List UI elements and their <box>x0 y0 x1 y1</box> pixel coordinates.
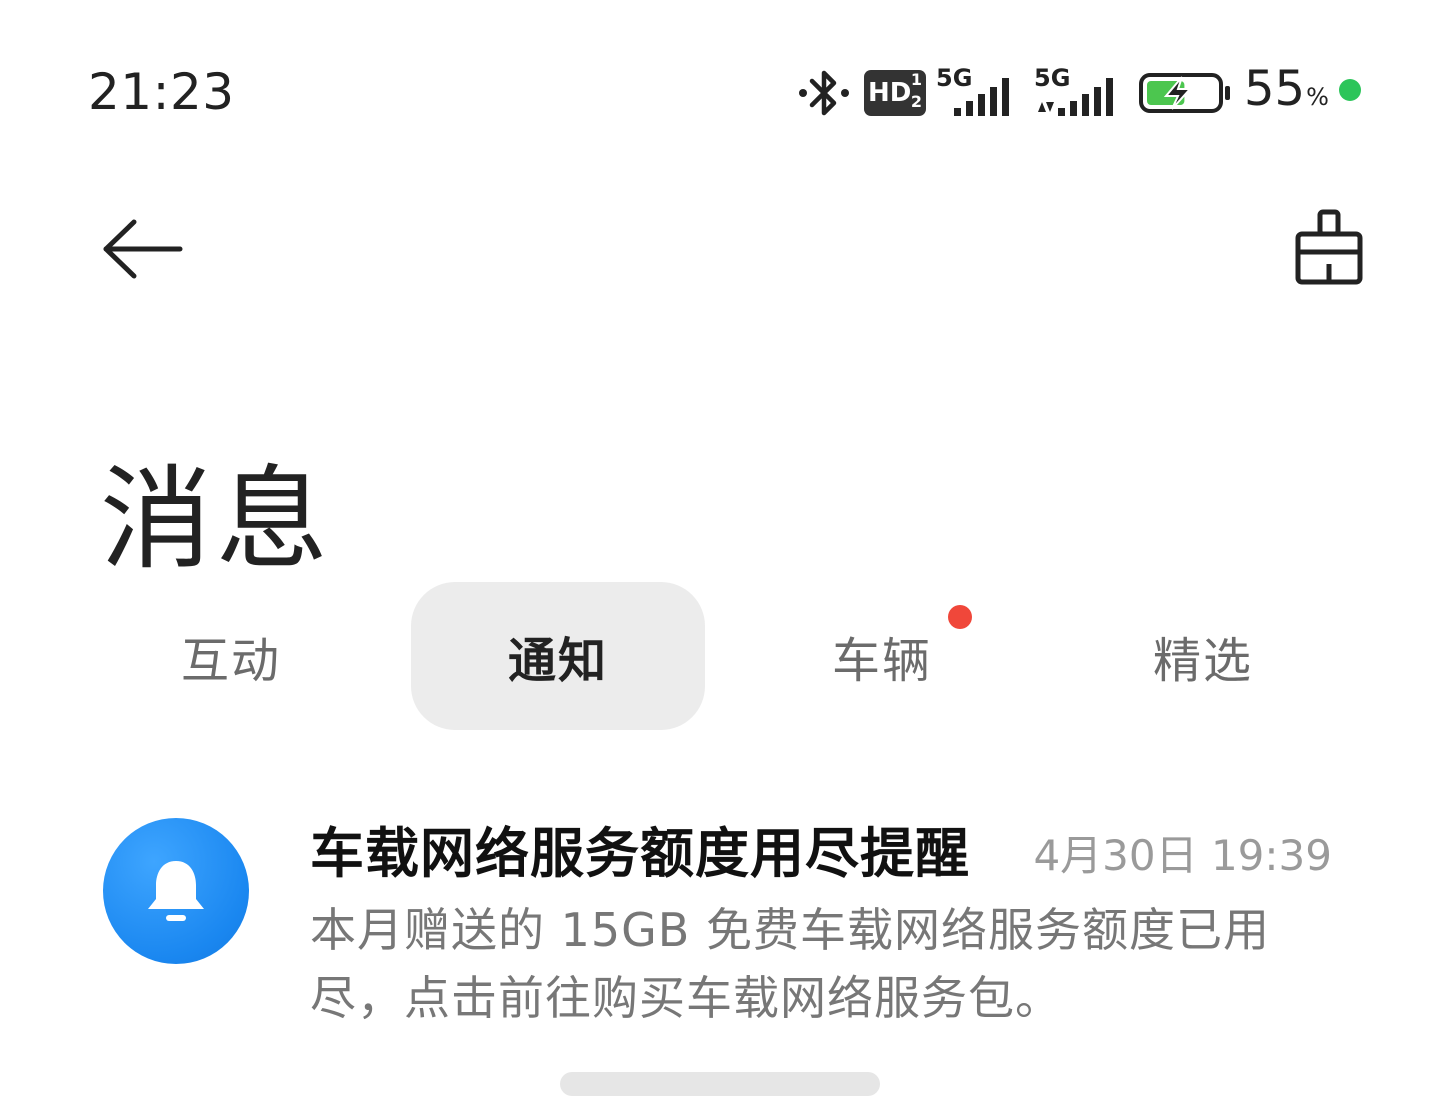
arrow-left-icon <box>103 219 183 279</box>
tab-interaction[interactable]: 互动 <box>84 582 378 730</box>
battery-percent: 55% <box>1244 61 1329 125</box>
tab-label: 互动 <box>180 633 281 689</box>
notification-avatar <box>103 818 249 964</box>
status-bar: 21:23 HD 1 2 5G 5G 55 % <box>0 0 1440 185</box>
notification-body: 本月赠送的 15GB 免费车载网络服务额度已用尽，点击前往购买车载网络服务包。 <box>310 903 1270 1025</box>
tab-label: 通知 <box>507 633 608 689</box>
hd-sim2-number: 2 <box>910 92 922 111</box>
notification-title: 车载网络服务额度用尽提醒 <box>310 822 970 885</box>
bell-icon <box>148 861 204 921</box>
tab-notification[interactable]: 通知 <box>411 582 705 730</box>
tab-label-with-badge: 车辆 <box>831 605 972 691</box>
tab-label: 车辆 <box>831 633 932 689</box>
broom-clear-icon <box>1295 209 1363 285</box>
unread-badge-dot <box>948 605 972 629</box>
home-indicator[interactable] <box>560 1072 880 1096</box>
privacy-indicator-dot <box>1338 79 1361 101</box>
tab-label: 精选 <box>1152 633 1253 689</box>
signal-5g-sim2-icon: 5G <box>1032 64 1118 118</box>
hd-voice-icon: HD 1 2 <box>864 70 926 116</box>
notification-time: 4月30日 19:39 <box>1033 831 1332 880</box>
battery-charging-icon <box>1139 73 1230 113</box>
battery-percent-value: 55 <box>1244 61 1306 117</box>
page-title: 消息 <box>100 455 332 586</box>
notification-item[interactable]: 车载网络服务额度用尽提醒 4月30日 19:39 本月赠送的 15GB 免费车载… <box>0 800 1440 1040</box>
status-time: 21:23 <box>88 63 235 121</box>
hd-label: HD <box>868 78 912 108</box>
clear-all-button[interactable] <box>1290 208 1368 288</box>
hd-sim1-number: 1 <box>910 70 922 89</box>
signal-5g-sim1-icon: 5G <box>934 64 1016 118</box>
battery-percent-sign: % <box>1306 83 1329 111</box>
tab-featured[interactable]: 精选 <box>1056 582 1350 730</box>
back-button[interactable] <box>100 218 186 280</box>
tab-vehicle[interactable]: 车辆 <box>735 582 1029 730</box>
bluetooth-icon <box>799 70 849 116</box>
message-tabs: 互动 通知 车辆 精选 <box>84 582 1374 730</box>
status-icons: HD 1 2 5G 5G 55 % <box>798 61 1361 125</box>
